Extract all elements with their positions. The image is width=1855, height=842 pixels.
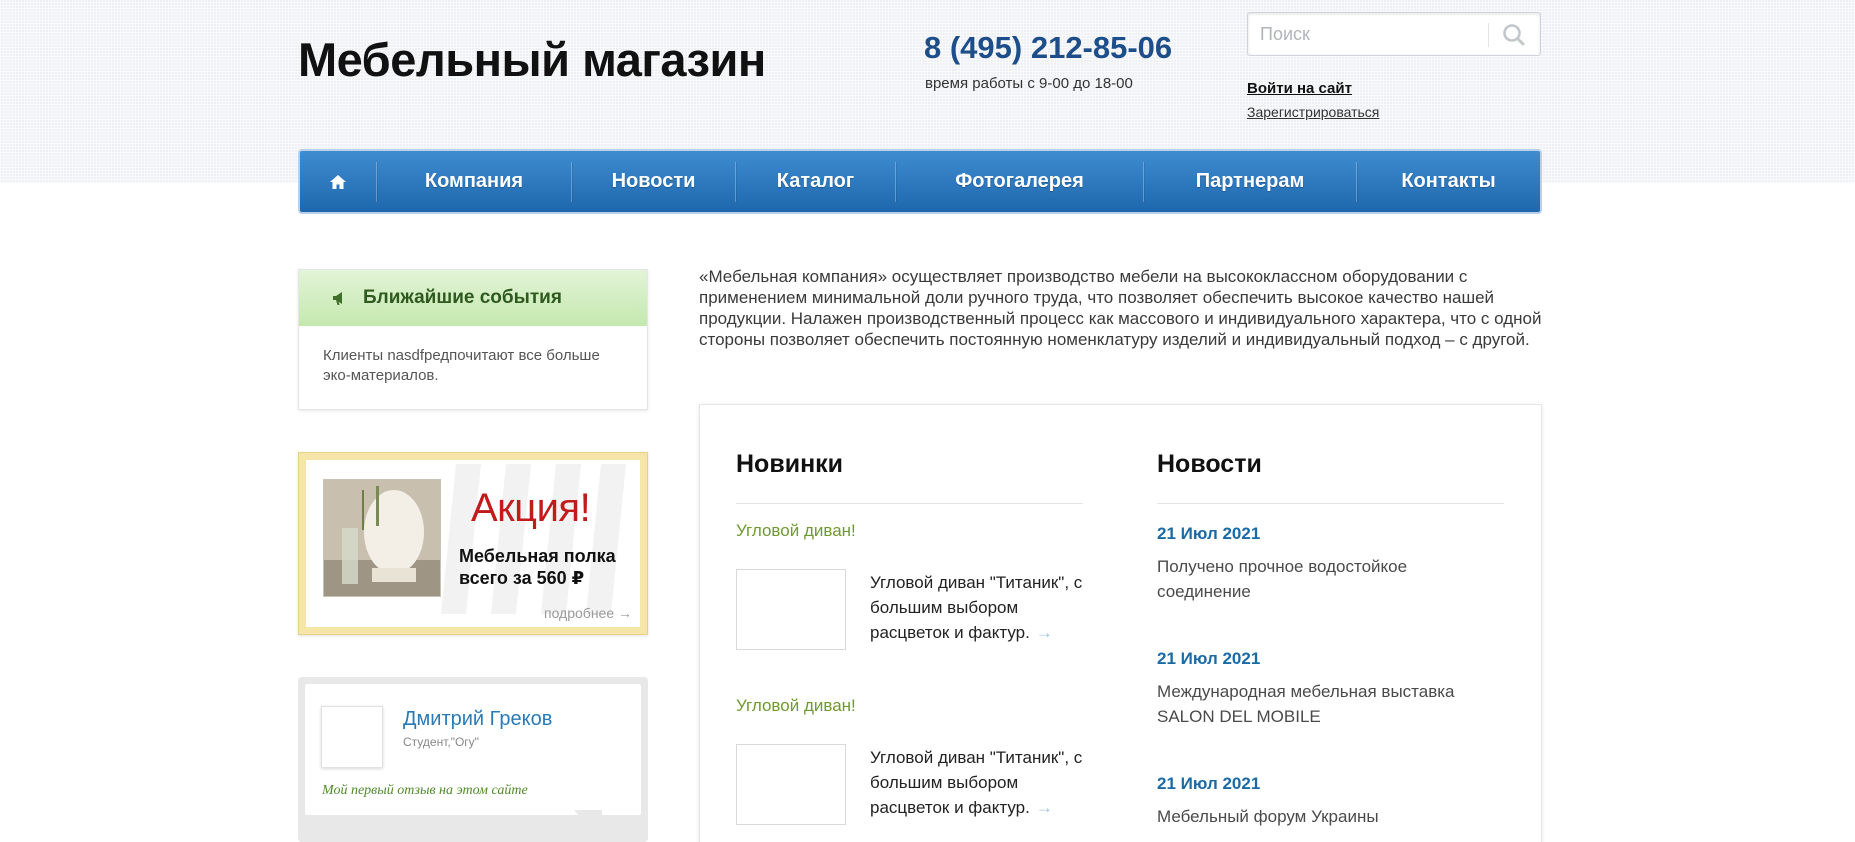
- product-thumbnail[interactable]: [736, 569, 846, 650]
- nav-item-contacts[interactable]: Контакты: [1357, 151, 1540, 212]
- page-container: Мебельный магазин 8 (495) 212-85-06 врем…: [298, 0, 1542, 842]
- promo-title: Акция!: [471, 486, 591, 530]
- product-description: Угловой диван "Титаник", с большим выбор…: [870, 570, 1085, 645]
- nav-item-gallery[interactable]: Фотогалерея: [896, 151, 1143, 212]
- search-button[interactable]: [1496, 19, 1532, 51]
- product-link[interactable]: Угловой диван!: [736, 521, 856, 541]
- search-icon: [1503, 24, 1525, 46]
- promo-inner: Акция! Мебельная полка всего за 560 ₽ по…: [306, 460, 640, 627]
- promo-image: [323, 479, 441, 597]
- speech-bubble-tail: [574, 810, 602, 842]
- news-divider: [1157, 503, 1504, 504]
- events-header: Ближайшие события: [299, 270, 647, 326]
- main-navigation: Компания Новости Каталог Фотогалерея Пар…: [298, 149, 1542, 214]
- login-link[interactable]: Войти на сайт: [1247, 80, 1352, 97]
- content-panel: Новинки Угловой диван! Угловой диван "Ти…: [699, 404, 1542, 842]
- news-date: 21 Июл 2021: [1157, 524, 1261, 543]
- avatar: [321, 706, 383, 768]
- product-link[interactable]: Угловой диван!: [736, 696, 856, 716]
- promo-text: Мебельная полка всего за 560 ₽: [459, 546, 616, 588]
- promo-more-link[interactable]: подробнее →: [544, 605, 632, 621]
- events-widget: Ближайшие события Клиенты nasdfредпочита…: [298, 269, 648, 410]
- product-thumbnail[interactable]: [736, 744, 846, 825]
- megaphone-icon: [333, 292, 342, 305]
- promo-banner[interactable]: Акция! Мебельная полка всего за 560 ₽ по…: [298, 452, 648, 635]
- home-icon: [330, 174, 346, 189]
- search-box: [1247, 12, 1541, 56]
- news-item-title[interactable]: Получено прочное водостойкое соединение: [1157, 554, 1457, 604]
- news-title: Новости: [1157, 450, 1262, 478]
- review-quote: Мой первый отзыв на этом сайте: [322, 783, 528, 798]
- arrow-right-icon[interactable]: →: [1036, 623, 1053, 642]
- phone-number: 8 (495) 212-85-06: [924, 30, 1173, 65]
- search-input[interactable]: [1260, 22, 1485, 46]
- new-products-divider: [736, 503, 1083, 504]
- reviewer-role: Студент,"Огу": [403, 735, 479, 749]
- reviewer-name[interactable]: Дмитрий Греков: [403, 708, 552, 731]
- news-item-title[interactable]: Мебельный форум Украины: [1157, 804, 1457, 829]
- product-description: Угловой диван "Титаник", с большим выбор…: [870, 745, 1085, 820]
- news-item-title[interactable]: Международная мебельная выставка SALON D…: [1157, 679, 1457, 729]
- events-title: Ближайшие события: [363, 287, 562, 308]
- search-divider: [1488, 23, 1489, 47]
- site-title[interactable]: Мебельный магазин: [298, 32, 766, 87]
- nav-home[interactable]: [300, 151, 376, 212]
- news-date: 21 Июл 2021: [1157, 649, 1261, 668]
- nav-item-partners[interactable]: Партнерам: [1144, 151, 1356, 212]
- events-text: Клиенты nasdfредпочитают все больше эко-…: [323, 347, 600, 384]
- nav-item-company[interactable]: Компания: [377, 151, 571, 212]
- news-date: 21 Июл 2021: [1157, 774, 1261, 793]
- nav-item-catalog[interactable]: Каталог: [736, 151, 895, 212]
- register-link[interactable]: Зарегистрироваться: [1247, 104, 1379, 120]
- review-widget: Дмитрий Греков Студент,"Огу" Мой первый …: [298, 677, 648, 842]
- nav-item-news[interactable]: Новости: [572, 151, 735, 212]
- new-products-title: Новинки: [736, 450, 844, 478]
- company-intro: «Мебельная компания» осуществляет произв…: [699, 267, 1542, 349]
- working-hours: время работы с 9-00 до 18-00: [925, 75, 1133, 92]
- arrow-right-icon[interactable]: →: [1036, 798, 1053, 817]
- review-card: Дмитрий Греков Студент,"Огу" Мой первый …: [305, 684, 641, 815]
